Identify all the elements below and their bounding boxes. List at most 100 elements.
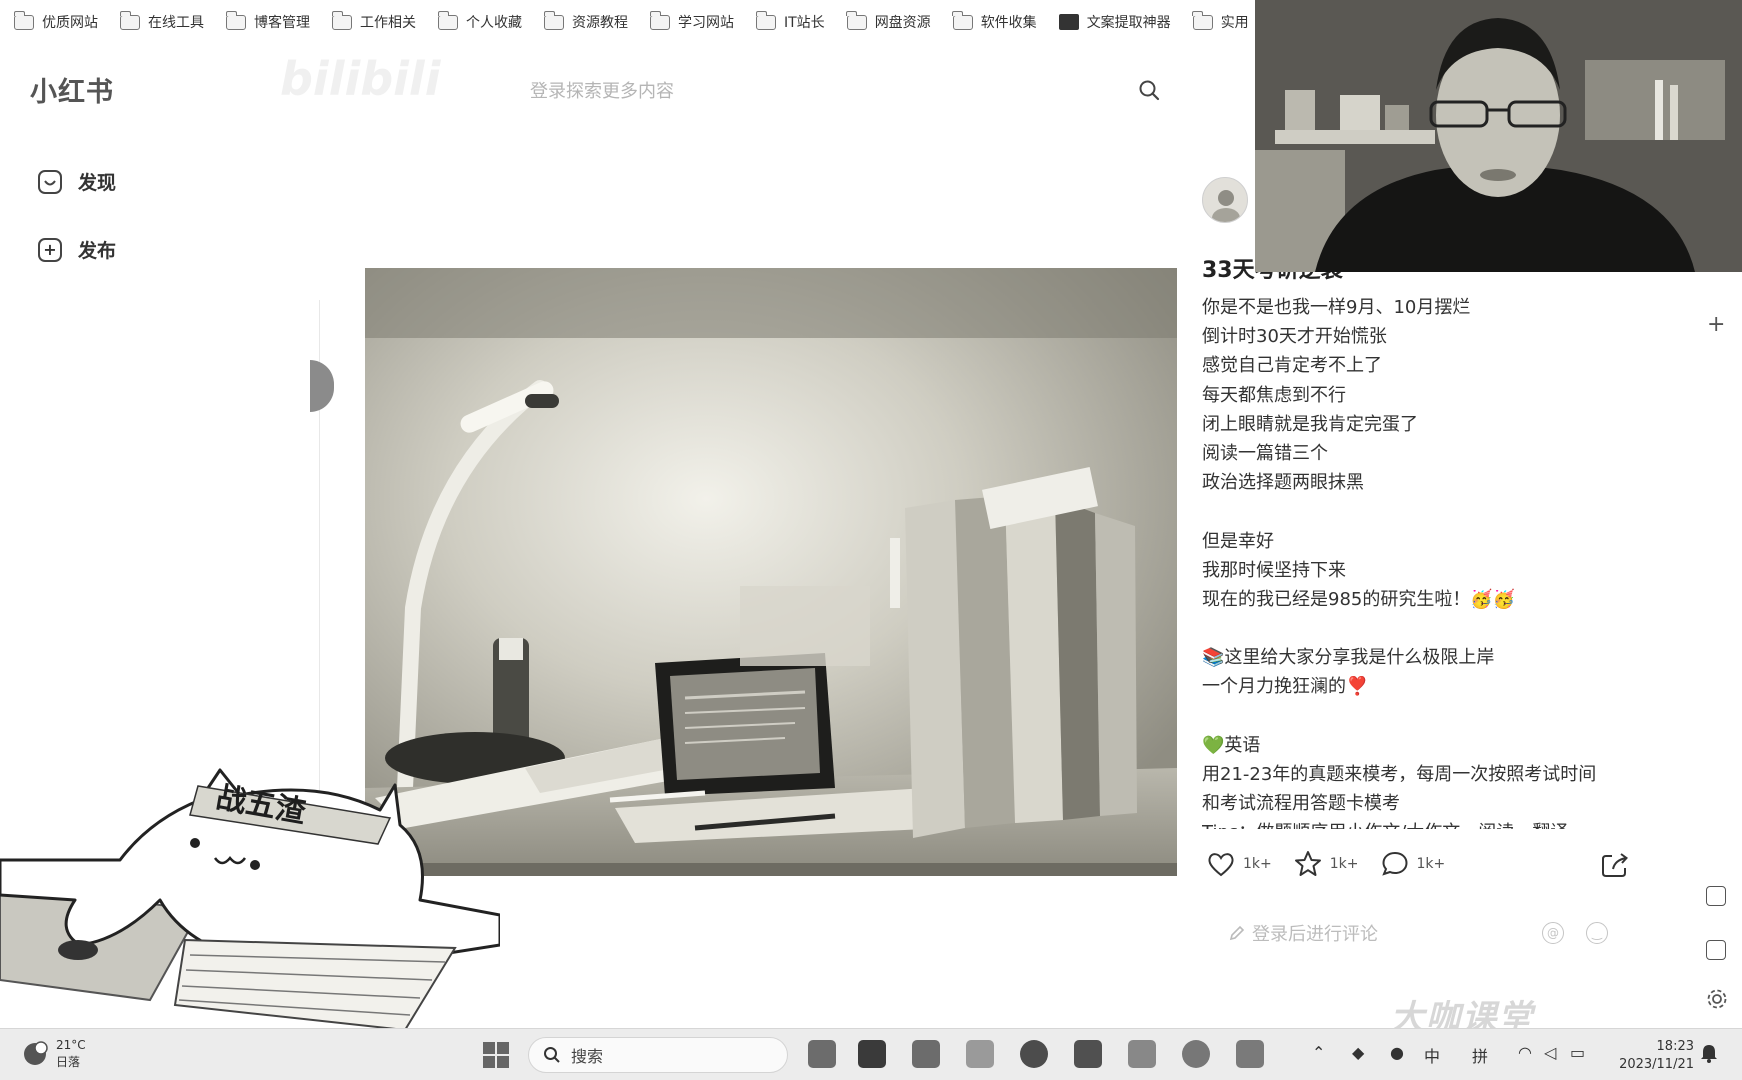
comment-button[interactable]: 1k+	[1381, 850, 1446, 877]
screenshot-icon[interactable]	[1706, 886, 1726, 906]
note-line: 现在的我已经是985的研究生啦！🥳🥳	[1202, 588, 1516, 610]
tray-app-icon[interactable]: ◆	[1352, 1043, 1364, 1062]
bookmark-folder[interactable]: 博客管理	[225, 10, 310, 32]
volume-icon[interactable]: ◁	[1544, 1043, 1556, 1062]
folder-icon	[952, 10, 973, 30]
settings-icon[interactable]	[1706, 988, 1728, 1010]
nav-publish-label: 发布	[78, 240, 117, 262]
search-icon[interactable]	[1138, 79, 1160, 101]
collect-button[interactable]: 1k+	[1294, 850, 1359, 877]
weather-desc: 日落	[56, 1055, 81, 1069]
wifi-icon[interactable]: ◠	[1518, 1043, 1532, 1062]
system-clock[interactable]: 18:23 2023/11/21	[1608, 1038, 1694, 1074]
file-explorer-icon[interactable]	[966, 1040, 994, 1068]
bilibili-watermark: bilibili	[280, 52, 441, 106]
start-icon[interactable]	[482, 1041, 510, 1069]
bookmark-link[interactable]: 文案提取神器	[1058, 12, 1171, 32]
like-button[interactable]: 1k+	[1207, 851, 1272, 877]
weather-temp: 21°C	[56, 1038, 86, 1052]
folder-icon	[13, 10, 34, 30]
bookmark-folder[interactable]: 软件收集	[952, 10, 1037, 32]
bookmark-folder[interactable]: 优质网站	[13, 10, 98, 32]
comment-icon	[1381, 851, 1408, 876]
bookmark-folder[interactable]: 学习网站	[649, 10, 734, 32]
webcam-overlay	[1255, 0, 1742, 272]
sidebar-toggle-icon[interactable]	[1706, 940, 1726, 960]
battery-icon[interactable]: ▭	[1570, 1043, 1585, 1062]
plus-icon: +	[38, 237, 62, 262]
note-line: 一个月力挽狂澜的❣️	[1202, 676, 1369, 698]
folder-icon	[846, 10, 867, 30]
note-line	[1202, 497, 1642, 526]
app-icon[interactable]	[1074, 1040, 1102, 1068]
notification-bell-icon[interactable]	[1700, 1043, 1718, 1063]
site-logo[interactable]: 小红书	[30, 70, 114, 109]
author-avatar[interactable]	[1202, 177, 1248, 223]
taskbar: 21°C 日落 搜索 ⌃ ◆ ● 中 拼 ◠ ◁ ▭ 18:23 2023/11…	[0, 1028, 1742, 1080]
edge-browser-icon[interactable]	[1020, 1040, 1048, 1068]
home-icon	[38, 169, 62, 194]
folder-icon	[649, 10, 670, 30]
clock-date: 2023/11/21	[1619, 1057, 1694, 1072]
clock-time: 18:23	[1656, 1039, 1694, 1054]
bookmark-folder[interactable]: 工作相关	[331, 10, 416, 32]
nav-discover-label: 发现	[78, 172, 117, 194]
emoji-icon[interactable]: ‿	[1586, 922, 1608, 944]
engagement-bar: 1k+ 1k+ 1k+	[1207, 850, 1467, 877]
note-line: 每天都焦虑到不行	[1202, 384, 1346, 406]
follow-plus-icon[interactable]: +	[1707, 312, 1725, 337]
search-input[interactable]: 登录探索更多内容	[530, 77, 674, 103]
bookmark-folder[interactable]: 实用	[1192, 10, 1249, 32]
collect-count: 1k+	[1329, 855, 1359, 872]
nav-discover[interactable]: 发现	[38, 168, 116, 195]
comment-input[interactable]: 登录后进行评论	[1228, 920, 1378, 946]
share-icon[interactable]	[1600, 851, 1630, 879]
collapse-tab[interactable]	[310, 360, 334, 412]
folder-icon	[331, 10, 352, 30]
search-bar[interactable]: 登录探索更多内容	[530, 70, 1160, 110]
search-icon	[544, 1047, 560, 1063]
folder-icon	[119, 10, 140, 30]
comment-input-row[interactable]: 登录后进行评论 @ ‿	[1228, 920, 1608, 946]
nav-publish[interactable]: + 发布	[38, 236, 116, 263]
chevron-up-icon[interactable]: ⌃	[1312, 1043, 1325, 1062]
ime-language[interactable]: 中	[1424, 1043, 1440, 1067]
note-line: 我那时候坚持下来	[1202, 559, 1346, 581]
ime-mode[interactable]: 拼	[1472, 1043, 1488, 1067]
app-icon[interactable]	[1236, 1040, 1264, 1068]
weather-widget[interactable]: 21°C 日落	[22, 1037, 86, 1071]
notepad-icon[interactable]	[1128, 1040, 1156, 1068]
note-line: 💚英语	[1202, 734, 1261, 756]
bookmark-folder[interactable]: 资源教程	[543, 10, 628, 32]
folder-icon	[225, 10, 246, 30]
taskbar-search[interactable]: 搜索	[528, 1037, 788, 1073]
bookmark-folder[interactable]: 个人收藏	[437, 10, 522, 32]
bookmark-folder[interactable]: 在线工具	[119, 10, 204, 32]
bookmark-folder[interactable]: 网盘资源	[846, 10, 931, 32]
note-line	[1202, 702, 1642, 731]
teams-app-icon[interactable]	[912, 1040, 940, 1068]
star-icon	[1294, 851, 1321, 876]
like-count: 1k+	[1243, 855, 1272, 872]
note-line: 政治选择题两眼抹黑	[1202, 472, 1364, 494]
note-line: Tips：做题顺序用小作文/大作文—阅读—翻译—	[1202, 818, 1642, 829]
comment-placeholder: 登录后进行评论	[1252, 924, 1378, 945]
note-line: 用21-23年的真题来模考，每周一次按照考试时间	[1202, 764, 1597, 785]
microphone-icon[interactable]: ●	[1390, 1043, 1404, 1062]
taskbar-search-label: 搜索	[571, 1047, 604, 1066]
note-line	[1202, 614, 1642, 643]
note-line: 倒计时30天才开始慌张	[1202, 326, 1387, 348]
comment-count: 1k+	[1416, 855, 1446, 872]
premiere-app-icon[interactable]	[808, 1040, 836, 1068]
bookmark-folder[interactable]: IT站长	[755, 10, 825, 32]
note-line: 但是幸好	[1202, 530, 1274, 552]
folder-icon	[1192, 10, 1213, 30]
app-icon[interactable]	[858, 1040, 886, 1068]
note-line: 和考试流程用答题卡模考	[1202, 793, 1400, 815]
note-line: 阅读一篇错三个	[1202, 442, 1328, 464]
note-line: 你是不是也我一样9月、10月摆烂	[1202, 297, 1471, 318]
weather-icon	[24, 1041, 48, 1065]
app-icon[interactable]	[1182, 1040, 1210, 1068]
mention-icon[interactable]: @	[1542, 922, 1564, 944]
folder-icon	[437, 10, 458, 30]
